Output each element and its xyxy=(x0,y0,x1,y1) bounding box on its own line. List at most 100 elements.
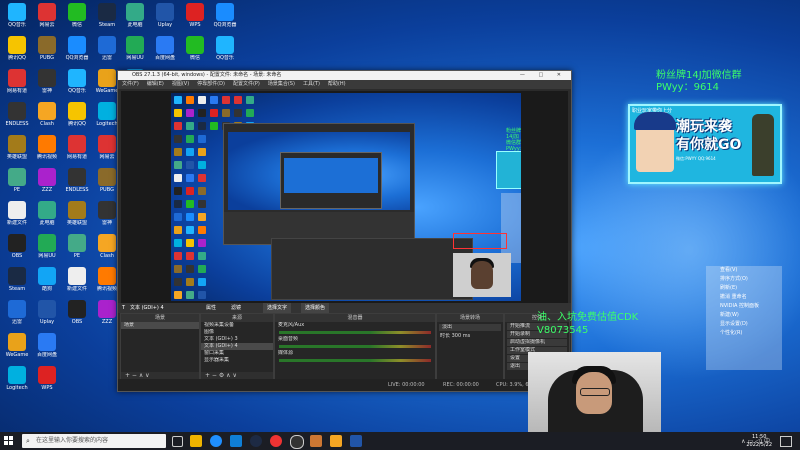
uplay-icon[interactable] xyxy=(350,435,362,447)
obs-window[interactable]: OBS 27.1.3 (64-bit, windows) - 配置文件: 未命名… xyxy=(117,70,572,392)
app-icon xyxy=(126,36,144,54)
mixer-mic-meter[interactable] xyxy=(279,331,431,334)
file-explorer-icon[interactable] xyxy=(190,435,202,447)
source-item-video-capture[interactable]: 视频采集设备 xyxy=(201,322,273,329)
source-item-text-3[interactable]: 文本 (GDI+) 3 xyxy=(201,336,273,343)
desktop-icon-label: OBS xyxy=(71,319,83,325)
desktop-icon[interactable]: WPS xyxy=(32,365,62,403)
menu-profile[interactable]: 配置文件(P) xyxy=(233,80,260,89)
obs-taskbar-icon[interactable] xyxy=(290,435,304,449)
source-toolbar: T 文本 (GDI+) 4 属性 滤镜 选择文字 选择颜色 xyxy=(118,303,571,313)
ctx-view[interactable]: 查看(V) xyxy=(706,266,782,275)
duration-value: 300 ms xyxy=(451,333,471,339)
preview-desktop-icon xyxy=(198,96,206,104)
tray-chevron-icon[interactable]: ∧ xyxy=(741,438,745,445)
obs-title-text: OBS 27.1.3 (64-bit, windows) - 配置文件: 未命名… xyxy=(132,72,282,78)
netease-music-icon[interactable] xyxy=(270,435,282,447)
preview-desktop-icon xyxy=(174,200,182,208)
ctx-sort[interactable]: 排序方式(O) xyxy=(706,275,782,284)
menu-view[interactable]: 视图(V) xyxy=(172,80,189,89)
preview-desktop: 粉丝牌14J加微信群 PWyy: 9614 xyxy=(171,93,521,301)
app-icon xyxy=(156,3,174,21)
menu-scene-collection[interactable]: 场景集合(S) xyxy=(268,80,295,89)
desktop-icon-label: Uplay xyxy=(39,319,55,325)
app-icon xyxy=(68,234,86,252)
ctx-nvidia[interactable]: NVIDIA 控制面板 xyxy=(706,302,782,311)
preview-nested-desktop xyxy=(228,132,410,210)
fan-line1: 粉丝牌14J加微信群 xyxy=(656,70,742,81)
preview-desktop-icon xyxy=(174,96,182,104)
desktop-icon-label: 雷神 xyxy=(41,88,52,94)
desktop-icon-label: WeGame xyxy=(5,352,29,358)
windows-start-icon[interactable] xyxy=(4,436,14,446)
taskbar-search-input[interactable]: ⌕ 在这里输入你要搜索的内容 xyxy=(22,434,166,448)
transition-select[interactable]: 淡出 xyxy=(439,324,501,331)
desktop-icon-label: Steam xyxy=(8,286,26,292)
mixer-header: 混音器 xyxy=(275,314,435,322)
source-item-text-4[interactable]: 文本 (GDI+) 4 xyxy=(201,343,273,350)
rec-status: REC: 00:00:00 xyxy=(443,382,479,388)
app-icon xyxy=(68,102,86,120)
menu-file[interactable]: 文件(F) xyxy=(122,80,139,89)
ctx-new[interactable]: 新建(W) xyxy=(706,311,782,320)
wegame-icon[interactable] xyxy=(310,435,322,447)
app-icon xyxy=(38,366,56,384)
preview-desktop-icon xyxy=(174,161,182,169)
app-icon xyxy=(68,267,86,285)
preview-desktop-icon xyxy=(174,187,182,195)
preview-desktop-icon xyxy=(186,239,194,247)
preview-desktop-icon xyxy=(186,291,194,299)
properties-button[interactable]: 属性 xyxy=(206,303,216,313)
desktop-icon-label: 腾讯视频 xyxy=(36,154,57,160)
desktop-icon-label: PE xyxy=(13,187,21,193)
scene-item[interactable]: 场景 xyxy=(121,322,199,329)
window-controls[interactable]: — □ ✕ xyxy=(520,71,567,80)
desktop-icon-label: QQ音乐 xyxy=(68,88,86,94)
obs-preview[interactable]: 粉丝牌14J加微信群 PWyy: 9614 xyxy=(121,91,568,303)
app-icon xyxy=(216,3,234,21)
desktop-icon[interactable]: 百度网盘 xyxy=(150,35,180,73)
menu-help[interactable]: 帮助(H) xyxy=(328,80,346,89)
preview-desktop-icon xyxy=(174,239,182,247)
app-icon xyxy=(98,69,116,87)
banner-info: 微信:PWYY QQ:9614 xyxy=(676,156,716,161)
steam-icon[interactable] xyxy=(250,435,262,447)
preview-selected-source xyxy=(453,233,507,249)
mixer-media-meter[interactable] xyxy=(279,359,431,362)
clock-time: 11:50 xyxy=(751,434,767,440)
store-icon[interactable] xyxy=(230,435,242,447)
task-view-icon[interactable] xyxy=(172,436,183,447)
ctx-personalize[interactable]: 个性化(R) xyxy=(706,329,782,338)
filters-button[interactable]: 滤镜 xyxy=(231,303,241,313)
obs-titlebar[interactable]: OBS 27.1.3 (64-bit, windows) - 配置文件: 未命名… xyxy=(118,71,571,80)
ctx-undo[interactable]: 撤消 重命名 xyxy=(706,293,782,302)
source-item-display-capture[interactable]: 显示器采集 xyxy=(201,357,273,364)
taskbar-clock[interactable]: 11:50 2022/5/22 xyxy=(746,433,772,449)
mixer-desktop-meter[interactable] xyxy=(279,345,431,348)
fan-group-text: 粉丝牌14J加微信群 PWyy：9614 xyxy=(656,70,742,94)
source-item-image[interactable]: 图像 xyxy=(201,329,273,336)
transition-duration[interactable]: 时长 300 ms xyxy=(437,333,503,340)
desktop-icon[interactable]: Logitech xyxy=(2,365,32,403)
desktop-icon[interactable]: QQ音乐 xyxy=(210,35,240,73)
clash-icon[interactable] xyxy=(330,435,342,447)
ctx-display[interactable]: 显示设置(D) xyxy=(706,320,782,329)
app-icon xyxy=(216,36,234,54)
desktop-icon[interactable]: OBS xyxy=(62,299,92,337)
menu-tools[interactable]: 工具(T) xyxy=(303,80,320,89)
virtual-camera-button[interactable]: 启动虚拟摄像机 xyxy=(507,339,567,346)
preview-desktop-icon xyxy=(198,239,206,247)
menu-docks[interactable]: 停靠部件(D) xyxy=(197,80,225,89)
menu-edit[interactable]: 编辑(E) xyxy=(147,80,164,89)
edge-icon[interactable] xyxy=(210,435,222,447)
notification-icon[interactable] xyxy=(780,436,792,447)
desktop-icon-label: OBS xyxy=(11,253,23,259)
select-color-button[interactable]: 选择颜色 xyxy=(301,303,330,313)
desktop-icon[interactable]: 微信 xyxy=(180,35,210,73)
desktop-icon-label: ZZZ xyxy=(41,187,53,193)
banner-headline-2: 有你就GO xyxy=(676,137,742,153)
select-text-button[interactable]: 选择文字 xyxy=(263,303,292,313)
desktop-icon-label: 新建文件 xyxy=(66,286,87,292)
ctx-refresh[interactable]: 刷新(E) xyxy=(706,284,782,293)
source-item-window-capture[interactable]: 窗口采集 xyxy=(201,350,273,357)
